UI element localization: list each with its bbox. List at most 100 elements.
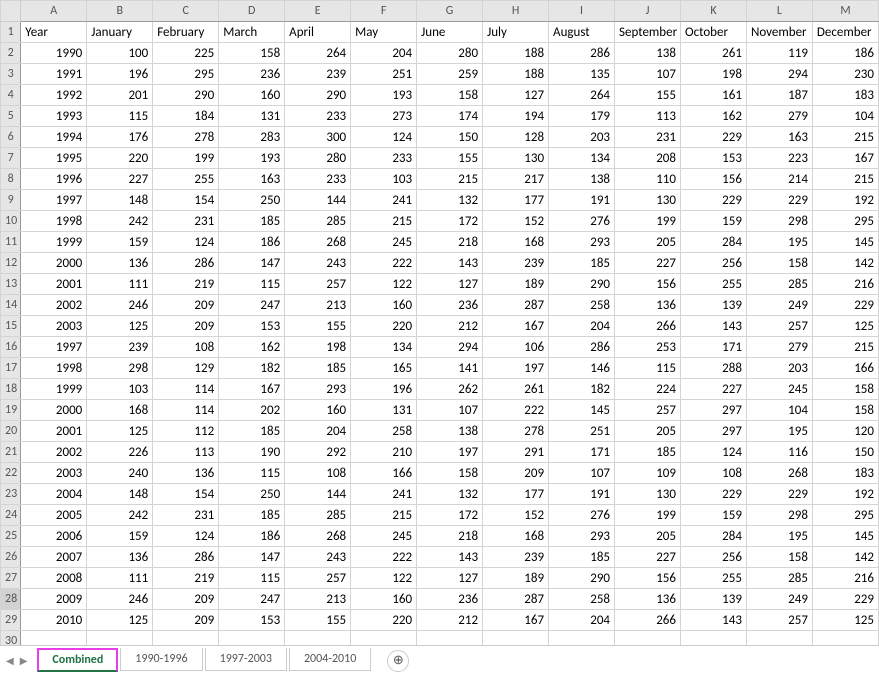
cell[interactable]: 188	[483, 43, 549, 64]
cell[interactable]: 192	[812, 484, 878, 505]
cell[interactable]: 185	[219, 211, 285, 232]
cell[interactable]: 2008	[21, 568, 87, 589]
cell[interactable]: 266	[615, 316, 681, 337]
cell[interactable]: 239	[285, 64, 351, 85]
cell[interactable]: 113	[615, 106, 681, 127]
cell[interactable]	[549, 631, 615, 646]
cell[interactable]: 199	[615, 211, 681, 232]
cell[interactable]	[812, 631, 878, 646]
cell[interactable]: 273	[351, 106, 417, 127]
cell[interactable]: 183	[812, 85, 878, 106]
cell[interactable]: 163	[219, 169, 285, 190]
cell[interactable]: 227	[615, 547, 681, 568]
cell[interactable]: 155	[417, 148, 483, 169]
cell[interactable]: 131	[351, 400, 417, 421]
cell[interactable]: 174	[417, 106, 483, 127]
cell[interactable]: 229	[812, 589, 878, 610]
cell[interactable]: 215	[351, 211, 417, 232]
row-header[interactable]: 6	[1, 127, 21, 148]
cell[interactable]: 100	[87, 43, 153, 64]
cell[interactable]: 204	[351, 43, 417, 64]
cell[interactable]: 125	[87, 421, 153, 442]
cell[interactable]: 204	[285, 421, 351, 442]
cell[interactable]: 276	[549, 211, 615, 232]
cell[interactable]: 167	[219, 379, 285, 400]
cell[interactable]: 136	[615, 295, 681, 316]
cell[interactable]: 251	[351, 64, 417, 85]
cell[interactable]: 290	[549, 274, 615, 295]
cell[interactable]: 2001	[21, 421, 87, 442]
cell[interactable]: 216	[812, 274, 878, 295]
cell[interactable]: 130	[615, 484, 681, 505]
cell[interactable]: 119	[746, 43, 812, 64]
cell[interactable]: 150	[417, 127, 483, 148]
cell[interactable]: 217	[483, 169, 549, 190]
cell[interactable]: 218	[417, 526, 483, 547]
cell[interactable]: 199	[615, 505, 681, 526]
cell[interactable]: 250	[219, 190, 285, 211]
cell[interactable]: 176	[87, 127, 153, 148]
column-header[interactable]: L	[746, 1, 812, 22]
column-header[interactable]: D	[219, 1, 285, 22]
cell[interactable]: 279	[746, 106, 812, 127]
row-header[interactable]: 1	[1, 22, 21, 43]
cell[interactable]: 190	[219, 442, 285, 463]
cell[interactable]: 288	[680, 358, 746, 379]
cell[interactable]: 187	[746, 85, 812, 106]
cell[interactable]: 124	[680, 442, 746, 463]
cell[interactable]: 148	[87, 190, 153, 211]
cell[interactable]: 136	[87, 547, 153, 568]
cell[interactable]: 209	[153, 295, 219, 316]
cell[interactable]: 293	[549, 526, 615, 547]
cell[interactable]: 246	[87, 589, 153, 610]
cell[interactable]: 115	[615, 358, 681, 379]
cell[interactable]: 220	[351, 610, 417, 631]
cell[interactable]: 198	[680, 64, 746, 85]
cell[interactable]: 160	[285, 400, 351, 421]
cell[interactable]: 155	[285, 316, 351, 337]
cell[interactable]: September	[615, 22, 681, 43]
cell[interactable]: 138	[549, 169, 615, 190]
cell[interactable]: 143	[417, 253, 483, 274]
column-header[interactable]: E	[285, 1, 351, 22]
column-header[interactable]: K	[680, 1, 746, 22]
cell[interactable]: 243	[285, 253, 351, 274]
cell[interactable]: 186	[219, 526, 285, 547]
row-header[interactable]: 20	[1, 421, 21, 442]
cell[interactable]: 143	[680, 610, 746, 631]
cell[interactable]: 177	[483, 190, 549, 211]
cell[interactable]: 1999	[21, 379, 87, 400]
cell[interactable]: 219	[153, 568, 219, 589]
row-header[interactable]: 3	[1, 64, 21, 85]
cell[interactable]: 167	[483, 610, 549, 631]
cell[interactable]: 2000	[21, 253, 87, 274]
cell[interactable]: 294	[746, 64, 812, 85]
cell[interactable]: 258	[549, 295, 615, 316]
cell[interactable]: 158	[417, 85, 483, 106]
cell[interactable]: 132	[417, 484, 483, 505]
cell[interactable]: 279	[746, 337, 812, 358]
row-header[interactable]: 4	[1, 85, 21, 106]
cell[interactable]: 162	[219, 337, 285, 358]
cell[interactable]: 161	[680, 85, 746, 106]
cell[interactable]: 143	[680, 316, 746, 337]
cell[interactable]: 130	[483, 148, 549, 169]
cell[interactable]: 242	[87, 505, 153, 526]
cell[interactable]: 185	[615, 442, 681, 463]
cell[interactable]: 115	[219, 568, 285, 589]
cell[interactable]: 179	[549, 106, 615, 127]
cell[interactable]: 2007	[21, 547, 87, 568]
row-header[interactable]: 15	[1, 316, 21, 337]
cell[interactable]: 203	[746, 358, 812, 379]
cell[interactable]: 264	[549, 85, 615, 106]
cell[interactable]: 185	[219, 505, 285, 526]
cell[interactable]: 139	[680, 589, 746, 610]
cell[interactable]: 116	[746, 442, 812, 463]
cell[interactable]: 298	[87, 358, 153, 379]
cell[interactable]: 293	[549, 232, 615, 253]
cell[interactable]: 165	[351, 358, 417, 379]
cell[interactable]: 209	[153, 610, 219, 631]
cell[interactable]: 159	[680, 505, 746, 526]
cell[interactable]: 278	[153, 127, 219, 148]
tab-nav-next-icon[interactable]: ▶	[20, 654, 28, 667]
